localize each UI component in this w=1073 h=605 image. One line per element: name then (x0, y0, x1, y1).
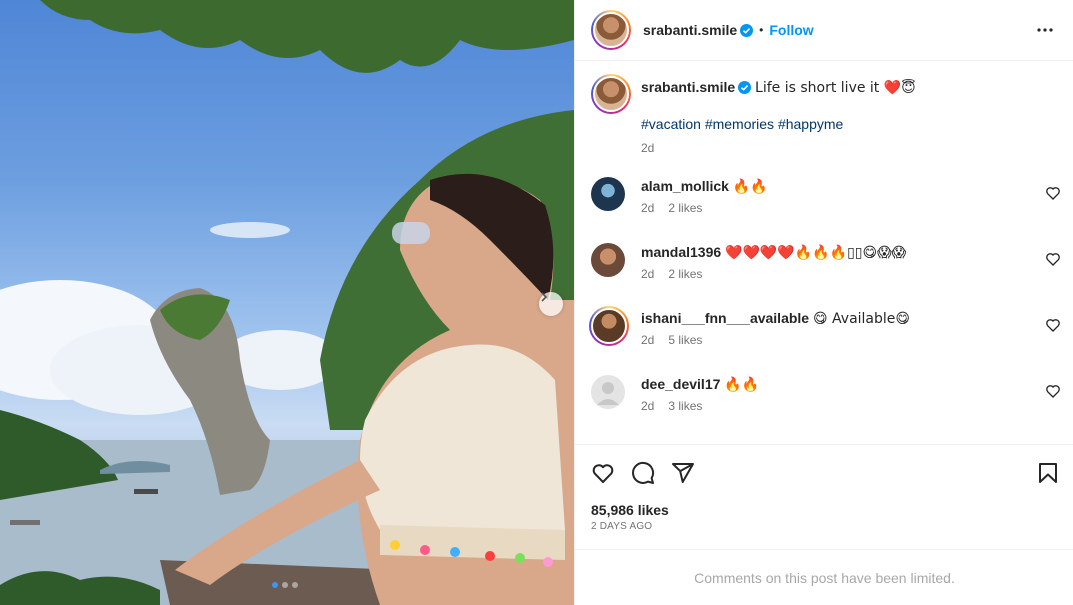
carousel-dot (272, 582, 278, 588)
author-username[interactable]: srabanti.smile (643, 22, 737, 38)
post-header: srabanti.smile • Follow (575, 0, 1073, 61)
comment-username[interactable]: ishani___fnn___available (641, 310, 809, 326)
comment-text: 🔥🔥 (732, 179, 768, 195)
carousel-dot (292, 582, 298, 588)
comment-username[interactable]: dee_devil17 (641, 376, 720, 392)
comment-username[interactable]: alam_mollick (641, 178, 729, 194)
comment-username[interactable]: mandal1396 (641, 244, 721, 260)
post-actions: 85,986 likes 2 DAYS AGO (575, 445, 1073, 550)
comment-item: alam_mollick 🔥🔥 2d 2 likes (591, 177, 1061, 233)
caption-hashtags[interactable]: #vacation #memories #happyme (641, 115, 1041, 133)
caption-age: 2d (641, 141, 655, 155)
comment-likes[interactable]: 2 likes (668, 267, 702, 281)
like-heart-icon[interactable] (591, 461, 615, 485)
author-avatar[interactable] (591, 10, 631, 50)
comments-limited-notice: Comments on this post have been limited. (694, 569, 955, 586)
comment-text: 😋 Available😋 (812, 311, 910, 327)
bookmark-icon[interactable] (1036, 461, 1060, 485)
chevron-right-icon (541, 292, 548, 302)
commenter-avatar[interactable] (591, 177, 625, 211)
header-separator: • (759, 23, 764, 37)
caption-text: Life is short live it ❤️😇 (755, 80, 916, 96)
commenter-avatar[interactable] (591, 243, 625, 277)
comments-list[interactable]: srabanti.smile Life is short live it ❤️😇… (575, 61, 1073, 445)
comment-like-heart-icon[interactable] (1045, 185, 1061, 201)
comment-text: ❤️❤️❤️❤️🔥🔥🔥▯▯😋😱😱 (725, 245, 907, 261)
comment-likes[interactable]: 2 likes (668, 201, 702, 215)
comment-like-heart-icon[interactable] (1045, 383, 1061, 399)
comment-text: 🔥🔥 (724, 377, 760, 393)
comment-age: 2d (641, 399, 655, 413)
verified-badge-icon (738, 81, 752, 94)
caption-author-avatar[interactable] (591, 74, 631, 114)
comment-like-heart-icon[interactable] (1045, 251, 1061, 267)
comment-item: dee_devil17 🔥🔥 2d 3 likes (591, 375, 1061, 431)
like-count[interactable]: 85,986 likes (591, 502, 669, 518)
comment-age: 2d (641, 267, 655, 281)
photo-illustration (0, 0, 574, 605)
commenter-avatar[interactable] (589, 306, 629, 346)
post-photo[interactable] (0, 0, 574, 605)
comment-item: ishani___fnn___available 😋 Available😋 2d… (589, 306, 1061, 365)
follow-button[interactable]: Follow (769, 22, 813, 38)
post-timestamp: 2 DAYS AGO (591, 521, 653, 532)
verified-badge-icon (740, 23, 754, 37)
commenter-avatar[interactable] (591, 375, 625, 409)
caption-username[interactable]: srabanti.smile (641, 79, 735, 95)
comment-likes[interactable]: 5 likes (668, 333, 702, 347)
comment-age: 2d (641, 333, 655, 347)
comment-age: 2d (641, 201, 655, 215)
comment-like-heart-icon[interactable] (1045, 317, 1061, 333)
post-side-panel: srabanti.smile • Follow srabanti.smile L… (574, 0, 1073, 605)
comment-likes[interactable]: 3 likes (668, 399, 702, 413)
comment-icon[interactable] (631, 461, 655, 485)
carousel-indicator (272, 582, 298, 588)
comment-item: mandal1396 ❤️❤️❤️❤️🔥🔥🔥▯▯😋😱😱 2d 2 likes (591, 243, 1061, 299)
carousel-next-button[interactable] (539, 292, 563, 316)
more-options-icon[interactable] (1033, 18, 1057, 42)
share-icon[interactable] (671, 461, 695, 485)
carousel-dot (282, 582, 288, 588)
